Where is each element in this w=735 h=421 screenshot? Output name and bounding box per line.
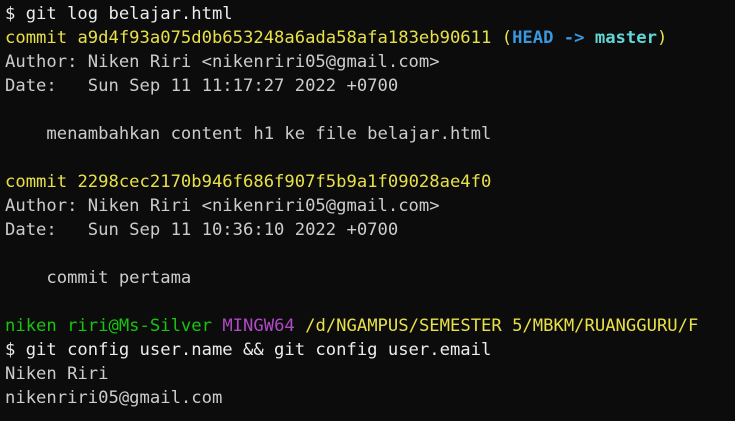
commit-header-2: commit 2298cec2170b946f686f907f5b9a1f090…	[5, 170, 735, 194]
commit-date: Date: Sun Sep 11 10:36:10 2022 +0700	[5, 220, 399, 240]
commit-author: Author: Niken Riri <nikenriri05@gmail.co…	[5, 196, 440, 216]
commit-message: menambahkan content h1 ke file belajar.h…	[5, 124, 492, 144]
commit-label: commit	[5, 172, 78, 192]
ref-open-paren: (	[491, 28, 513, 48]
head-ref: HEAD ->	[512, 28, 595, 48]
commit-label: commit	[5, 28, 78, 48]
commit-date: Date: Sun Sep 11 11:17:27 2022 +0700	[5, 76, 399, 96]
terminal-window[interactable]: $ git log belajar.html commit a9d4f93a07…	[0, 0, 735, 421]
commit-author: Author: Niken Riri <nikenriri05@gmail.co…	[5, 52, 440, 72]
branch-ref: master	[594, 28, 657, 48]
prompt-environment: MINGW64	[222, 316, 295, 336]
commit-message: commit pertama	[5, 268, 192, 288]
command-line-git-log: $ git log belajar.html	[5, 4, 233, 24]
shell-prompt: niken riri@Ms-Silver MINGW64 /d/NGAMPUS/…	[5, 314, 735, 338]
prompt-path: /d/NGAMPUS/SEMESTER 5/MBKM/RUANGGURU/F	[305, 316, 699, 336]
commit-hash: a9d4f93a075d0b653248a6ada58afa183eb90611	[77, 28, 492, 48]
output-user-email: nikenriri05@gmail.com	[5, 388, 223, 408]
prompt-user-host: niken riri@Ms-Silver	[5, 316, 212, 336]
commit-header-1: commit a9d4f93a075d0b653248a6ada58afa183…	[5, 26, 735, 50]
ref-close-paren: )	[656, 28, 668, 48]
commit-hash: 2298cec2170b946f686f907f5b9a1f09028ae4f0	[77, 172, 492, 192]
output-user-name: Niken Riri	[5, 364, 109, 384]
command-line-git-config: $ git config user.name && git config use…	[5, 340, 492, 360]
